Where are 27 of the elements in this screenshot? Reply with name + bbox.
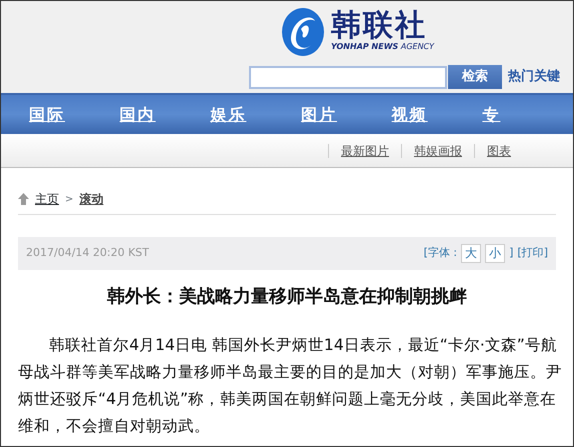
nav-link[interactable]: 视频 xyxy=(392,102,482,126)
nav-link[interactable]: 图片 xyxy=(301,102,392,126)
subnav-link[interactable]: 最新图片 xyxy=(328,144,401,158)
nav-link[interactable]: 娱乐 xyxy=(210,102,302,126)
breadcrumb-home-link[interactable]: 主页 xyxy=(35,190,59,208)
article-body: 韩联社首尔4月14日电 韩国外长尹炳世14日表示，最近“卡尔·文森”号航母战斗群等美军战略力量移师半岛最主要的目的是加大（对朝）军事施压。尹炳世还驳斥“4月危机说”称，韩美两国在朝鲜问题上毫无分歧，美国此举意在维和，不会擅自对朝动武。 xyxy=(18,334,563,437)
article-title: 韩外长：美战略力量移师半岛意在抑制朝挑衅 xyxy=(106,286,468,308)
home-icon xyxy=(18,193,29,205)
nav-link[interactable]: 专 xyxy=(482,102,573,126)
search-button[interactable]: 检索 xyxy=(448,65,502,89)
logo-icon xyxy=(281,7,325,57)
breadcrumb-separator: > xyxy=(65,192,74,206)
font-size-label: [字体 : xyxy=(424,245,458,262)
bracket-text: ] xyxy=(509,245,514,262)
nav-link[interactable]: 国内 xyxy=(120,102,210,126)
subnav-link[interactable]: 图表 xyxy=(474,144,523,158)
font-small-button[interactable]: 小 xyxy=(485,244,506,263)
hot-keywords-link[interactable]: 热门关键 xyxy=(508,67,560,87)
print-link[interactable]: [打印] xyxy=(517,245,548,262)
nav-link[interactable]: 国际 xyxy=(29,102,120,126)
subnav-link[interactable]: 韩娱画报 xyxy=(401,144,474,158)
breadcrumb-current-link[interactable]: 滚动 xyxy=(79,190,104,208)
article-date: 2017/04/14 20:20 KST xyxy=(26,245,150,262)
logo-title: 韩联社 xyxy=(331,11,428,41)
logo-subtitle: YONHAP NEWS AGENCY xyxy=(331,41,434,53)
font-large-button[interactable]: 大 xyxy=(461,244,482,263)
search-field[interactable] xyxy=(249,66,447,88)
